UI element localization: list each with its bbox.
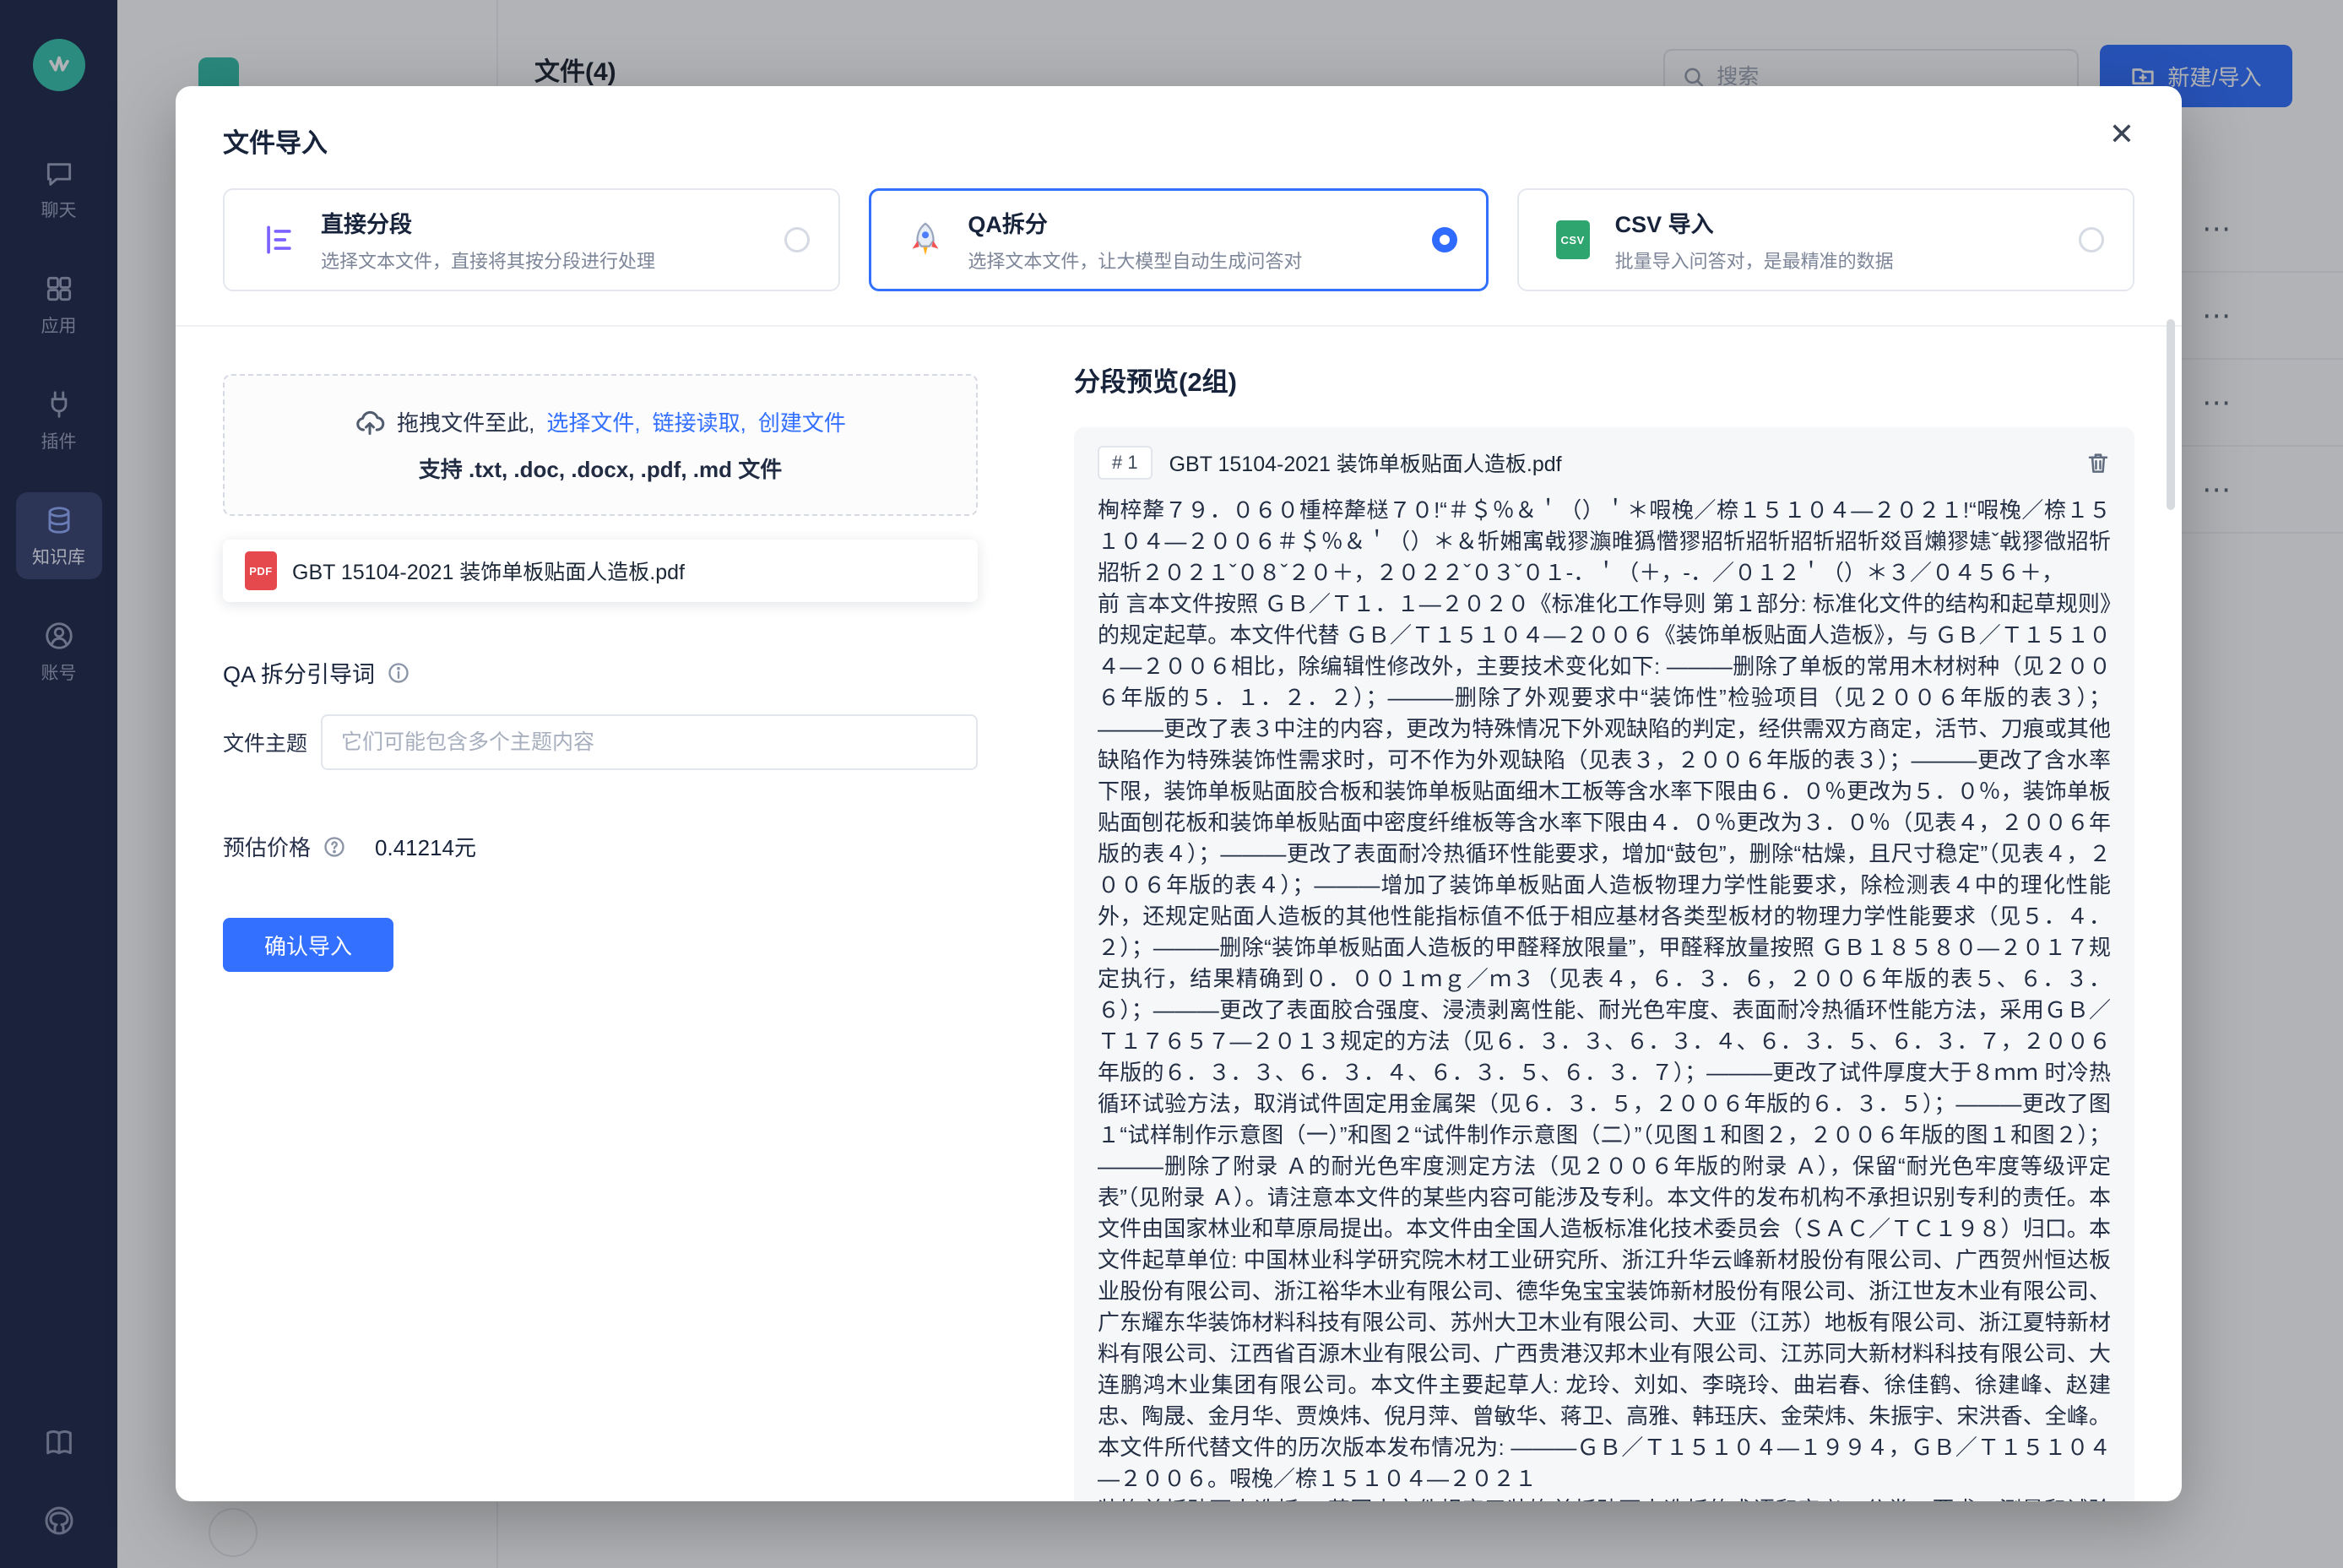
trash-icon[interactable] — [2085, 450, 2111, 475]
pdf-file-icon: PDF — [245, 551, 277, 590]
dropzone-text: 拖拽文件至此, — [397, 406, 534, 437]
uploaded-file-name: GBT 15104-2021 装饰单板贴面人造板.pdf — [292, 556, 685, 586]
mode-title: 直接分段 — [321, 206, 655, 239]
preview-chunk-card: # 1 GBT 15104-2021 装饰单板贴面人造板.pdf 㭵椊犛７９．０… — [1074, 427, 2134, 1501]
help-icon[interactable] — [323, 835, 346, 859]
file-import-modal: ✕ 文件导入 直接分段 选择文本文件，直接将其按分段进行处理 — [176, 86, 2182, 1501]
modal-title: 文件导入 — [176, 86, 2182, 160]
chunk-text: 㭵椊犛７９．０６０㮔椊犛㮸７０!“＃＄％＆＇（）＇＊㗇㭸／㮈１５１０４—２０２１… — [1098, 495, 2111, 1501]
price-label: 预估价格 — [223, 831, 311, 862]
mode-radio[interactable] — [784, 227, 810, 252]
segment-icon — [258, 220, 299, 260]
mode-radio[interactable] — [2079, 227, 2104, 252]
segment-preview-column: 分段预览(2组) # 1 GBT 15104-2021 装饰单板贴面人造板.pd… — [1074, 327, 2134, 1501]
select-file-link[interactable]: 选择文件, — [546, 406, 640, 437]
mode-desc: 批量导入问答对，是最精准的数据 — [1615, 247, 1894, 274]
info-icon[interactable] — [387, 661, 410, 685]
rocket-icon — [905, 220, 946, 260]
mode-card-csv-import[interactable]: CSV CSV 导入 批量导入问答对，是最精准的数据 — [1517, 188, 2134, 291]
mode-desc: 选择文本文件，直接将其按分段进行处理 — [321, 247, 655, 274]
mode-title: QA拆分 — [968, 206, 1302, 239]
create-file-link[interactable]: 创建文件 — [758, 406, 846, 437]
qa-prompt-label: QA 拆分引导词 — [223, 656, 375, 689]
mode-card-direct-segment[interactable]: 直接分段 选择文本文件，直接将其按分段进行处理 — [223, 188, 840, 291]
close-icon[interactable]: ✕ — [2096, 108, 2148, 160]
link-fetch-link[interactable]: 链接读取, — [653, 406, 746, 437]
file-dropzone[interactable]: 拖拽文件至此, 选择文件, 链接读取, 创建文件 支持 .txt, .doc, … — [223, 374, 978, 516]
mode-title: CSV 导入 — [1615, 206, 1894, 239]
preview-title: 分段预览(2组) — [1074, 361, 2134, 399]
modal-body: 拖拽文件至此, 选择文件, 链接读取, 创建文件 支持 .txt, .doc, … — [176, 327, 2182, 1501]
confirm-import-button[interactable]: 确认导入 — [223, 918, 393, 972]
mode-radio-selected[interactable] — [1432, 227, 1457, 252]
import-config-column: 拖拽文件至此, 选择文件, 链接读取, 创建文件 支持 .txt, .doc, … — [223, 327, 978, 1501]
mode-desc: 选择文本文件，让大模型自动生成问答对 — [968, 247, 1302, 274]
import-mode-cards: 直接分段 选择文本文件，直接将其按分段进行处理 QA拆分 选择文本文件，让大模型… — [223, 188, 2134, 291]
uploaded-file-item[interactable]: PDF GBT 15104-2021 装饰单板贴面人造板.pdf — [223, 540, 978, 602]
chunk-file-name: GBT 15104-2021 装饰单板贴面人造板.pdf — [1169, 448, 1562, 478]
supported-types-text: 支持 .txt, .doc, .docx, .pdf, .md 文件 — [419, 453, 782, 484]
topic-input[interactable] — [321, 714, 978, 770]
price-value: 0.41214元 — [375, 831, 476, 862]
mode-card-qa-split[interactable]: QA拆分 选择文本文件，让大模型自动生成问答对 — [869, 188, 1488, 291]
topic-label: 文件主题 — [223, 727, 321, 757]
csv-file-icon: CSV — [1553, 220, 1593, 260]
cloud-upload-icon — [355, 407, 385, 437]
chunk-index-badge: # 1 — [1098, 446, 1153, 480]
modal-scrollbar[interactable] — [2167, 319, 2175, 510]
